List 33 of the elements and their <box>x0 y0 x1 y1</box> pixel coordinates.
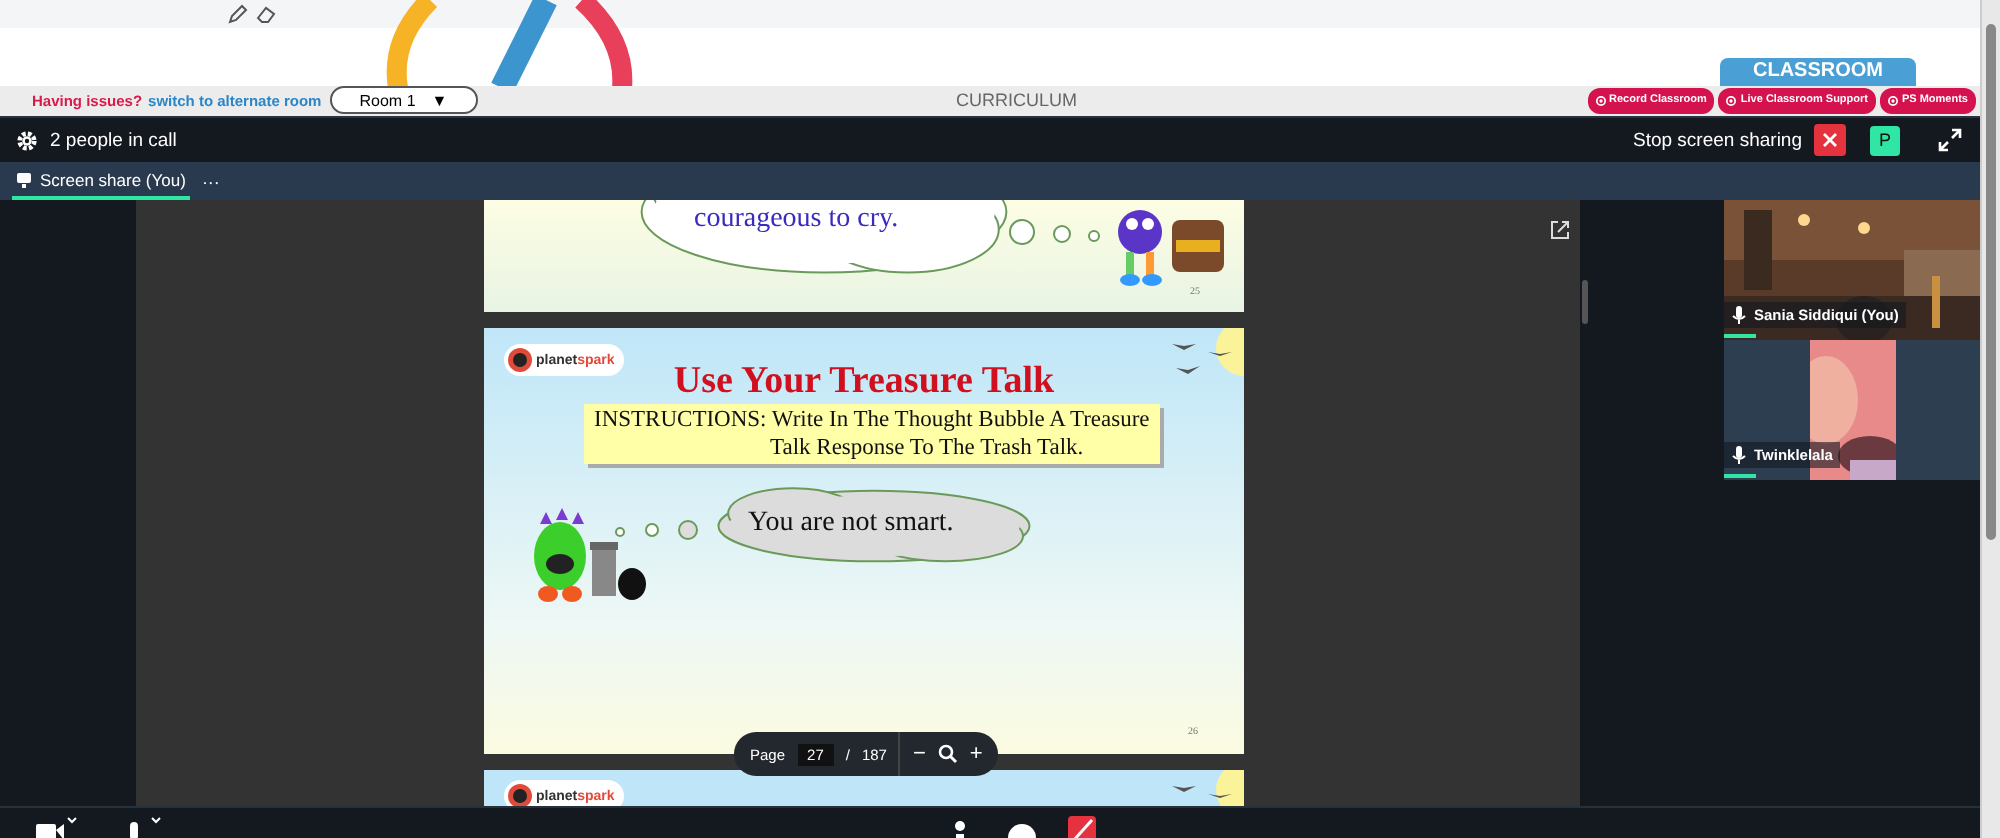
avatar-button[interactable]: P <box>1870 125 1900 155</box>
people-count: 2 people in call <box>50 129 177 151</box>
record-icon <box>1726 95 1737 106</box>
zoom-out-button[interactable]: − <box>912 742 926 766</box>
record-icon <box>1887 95 1898 106</box>
scroll-thumb[interactable] <box>1986 24 1996 540</box>
bubble-text: You are not smart. <box>748 508 954 540</box>
instructions-text: INSTRUCTIONS: Write In The Thought Bubble A Treasure Talk Response To The Trash Talk. <box>584 404 1160 464</box>
slide-title: Use Your Treasure Talk <box>673 360 1055 404</box>
more-button[interactable]: ··· <box>201 171 220 191</box>
microphone-icon[interactable] <box>124 814 164 838</box>
screen-icon <box>16 171 32 187</box>
planet-icon <box>508 348 532 372</box>
eraser-icon[interactable] <box>256 4 276 24</box>
expand-icon[interactable] <box>1936 126 1964 154</box>
record-icon <box>1595 95 1605 106</box>
room-select[interactable]: Room 1 ▼ <box>329 86 478 115</box>
bubble-text: courageous to cry. <box>694 204 899 236</box>
scroll-thumb[interactable] <box>1582 280 1588 324</box>
camera-icon[interactable] <box>36 814 80 838</box>
bubble-circles <box>1008 216 1104 248</box>
close-button[interactable] <box>1814 124 1846 156</box>
zoom-in-button[interactable]: + <box>969 742 983 766</box>
stop-sharing-button[interactable]: Stop screen sharing <box>1633 129 1802 151</box>
planet-icon <box>508 784 532 806</box>
open-external-icon[interactable] <box>1550 220 1570 240</box>
settings-icon[interactable] <box>16 129 38 151</box>
close-icon <box>1822 132 1838 148</box>
microphone-icon <box>1732 446 1746 464</box>
curriculum-label[interactable]: CURRICULUM <box>956 90 1077 111</box>
bubble-circles <box>612 516 704 544</box>
zoom-icon[interactable] <box>937 744 958 764</box>
pencil-icon[interactable] <box>228 4 248 24</box>
